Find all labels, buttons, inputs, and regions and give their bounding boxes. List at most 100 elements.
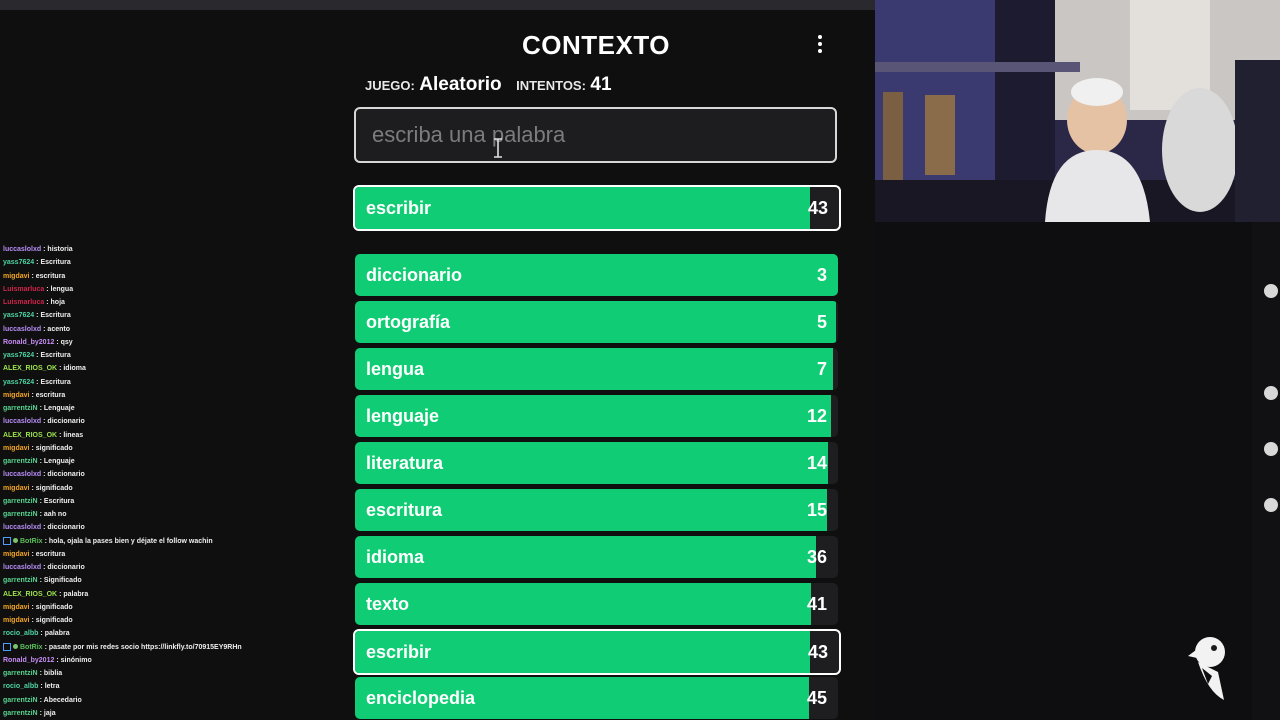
- chat-username[interactable]: yass7624: [3, 312, 34, 319]
- chat-message: ALEX_RIOS_OK: lineas: [3, 429, 303, 442]
- guess-row[interactable]: escritura 15: [355, 489, 838, 531]
- kebab-menu-icon[interactable]: [810, 32, 830, 58]
- chat-text: sinónimo: [60, 656, 92, 664]
- bot-badge-icon: [3, 536, 11, 545]
- tries-value: 41: [590, 74, 612, 95]
- chat-username[interactable]: yass7624: [3, 352, 34, 359]
- guess-row[interactable]: escribir 43: [353, 629, 841, 675]
- guess-rank: 12: [806, 406, 827, 426]
- bird-logo-icon: [1188, 637, 1225, 700]
- chat-username[interactable]: luccaslolxd: [3, 418, 41, 425]
- chat-username[interactable]: garrentziN: [3, 710, 38, 717]
- chat-username[interactable]: luccaslolxd: [3, 326, 41, 333]
- guess-rank: 36: [806, 547, 827, 567]
- chat-message: Luismarluca: lengua: [3, 283, 303, 296]
- chat-text: lengua: [50, 285, 74, 293]
- chat-message: BotRix: hola, ojala la pases bien y déja…: [3, 535, 303, 548]
- chat-message: garrentziN: Lenguaje: [3, 455, 303, 468]
- text-cursor-icon: [494, 138, 502, 158]
- guess-row[interactable]: enciclopedia 45: [355, 677, 838, 719]
- chat-message: garrentziN: aah no: [3, 508, 303, 521]
- chat-username[interactable]: Ronald_by2012: [3, 339, 54, 346]
- guess-bar: [355, 536, 817, 578]
- guess-rank: 43: [807, 642, 828, 662]
- chat-message: Ronald_by2012: sinónimo: [3, 654, 303, 667]
- guess-row[interactable]: lenguaje 12: [355, 395, 838, 437]
- verified-dot-icon: [13, 538, 18, 544]
- chat-username[interactable]: migdavi: [3, 551, 29, 558]
- chat-text: idioma: [63, 365, 86, 373]
- chat-username[interactable]: luccaslolxd: [3, 524, 41, 531]
- side-avatar[interactable]: [1264, 442, 1278, 456]
- chat-username[interactable]: migdavi: [3, 445, 29, 452]
- chat-username[interactable]: Ronald_by2012: [3, 657, 54, 664]
- chat-username[interactable]: migdavi: [3, 617, 29, 624]
- page-title: CONTEXTO: [522, 30, 670, 60]
- chat-username[interactable]: BotRix: [20, 644, 43, 651]
- guess-bar: [355, 348, 834, 390]
- chat-username[interactable]: garrentziN: [3, 697, 38, 704]
- chat-username[interactable]: ALEX_RIOS_OK: [3, 432, 57, 439]
- word-input[interactable]: [354, 107, 837, 163]
- chat-text: historia: [47, 246, 73, 253]
- guess-row[interactable]: lengua 7: [355, 348, 838, 390]
- chat-message: migdavi: escritura: [3, 389, 303, 402]
- side-avatar[interactable]: [1264, 284, 1278, 298]
- chat-message: garrentziN: biblia: [3, 667, 303, 680]
- chat-username[interactable]: BotRix: [20, 538, 43, 545]
- latest-guess-row[interactable]: escribir 43: [353, 185, 841, 231]
- chat-text: diccionario: [47, 564, 85, 571]
- chat-username[interactable]: luccaslolxd: [3, 564, 41, 571]
- chat-text: escritura: [35, 272, 66, 280]
- verified-dot-icon: [13, 644, 18, 650]
- chat-username[interactable]: migdavi: [3, 485, 29, 492]
- guess-word: escribir: [366, 642, 432, 662]
- guess-row[interactable]: diccionario 3: [355, 254, 838, 296]
- chat-username[interactable]: migdavi: [3, 604, 29, 611]
- chat-message: luccaslolxd: diccionario: [3, 521, 303, 534]
- chat-username[interactable]: yass7624: [3, 259, 34, 266]
- chat-username[interactable]: rocio_albb: [3, 683, 38, 690]
- chat-text: qsy: [60, 338, 73, 346]
- chat-username[interactable]: ALEX_RIOS_OK: [3, 591, 57, 598]
- guess-word: literatura: [366, 453, 444, 473]
- chat-username[interactable]: luccaslolxd: [3, 246, 41, 253]
- side-avatar[interactable]: [1264, 386, 1278, 400]
- chat-username[interactable]: garrentziN: [3, 511, 38, 518]
- chat-username[interactable]: garrentziN: [3, 458, 38, 465]
- guess-rank: 41: [806, 594, 827, 614]
- chat-text: diccionario: [47, 418, 85, 426]
- chat-username[interactable]: garrentziN: [3, 577, 38, 584]
- chat-username[interactable]: garrentziN: [3, 670, 38, 677]
- chat-message: migdavi: significado: [3, 601, 303, 614]
- chat-username[interactable]: migdavi: [3, 273, 29, 280]
- chat-username[interactable]: luccaslolxd: [3, 471, 41, 478]
- chat-username[interactable]: rocio_albb: [3, 630, 38, 637]
- guess-row[interactable]: idioma 36: [355, 536, 838, 578]
- chat-text: acento: [47, 325, 70, 333]
- chat-text: Escritura: [40, 378, 71, 386]
- chat-message: ALEX_RIOS_OK: palabra: [3, 588, 303, 601]
- guess-row[interactable]: ortografía 5: [355, 301, 838, 343]
- chat-message: yass7624: Escritura: [3, 256, 303, 269]
- chat-text: palabra: [63, 590, 89, 598]
- chat-username[interactable]: garrentziN: [3, 498, 38, 505]
- chat-message: luccaslolxd: diccionario: [3, 468, 303, 481]
- chat-message: BotRix: pasate por mis redes socio https…: [3, 641, 303, 654]
- chat-username[interactable]: Luismarluca: [3, 299, 44, 306]
- chat-text: escritura: [35, 550, 66, 558]
- guess-row[interactable]: literatura 14: [355, 442, 838, 484]
- chat-username[interactable]: garrentziN: [3, 405, 38, 412]
- chat-username[interactable]: ALEX_RIOS_OK: [3, 365, 57, 372]
- chat-text: significado: [35, 603, 73, 611]
- guess-word: diccionario: [366, 265, 463, 285]
- chat-text: hoja: [50, 299, 65, 306]
- side-avatar[interactable]: [1264, 498, 1278, 512]
- guess-word: enciclopedia: [366, 688, 476, 708]
- top-bar: [0, 0, 875, 10]
- chat-username[interactable]: Luismarluca: [3, 286, 44, 293]
- chat-username[interactable]: yass7624: [3, 379, 34, 386]
- chat-username[interactable]: migdavi: [3, 392, 29, 399]
- chat-text: Lenguaje: [43, 405, 75, 412]
- guess-row[interactable]: texto 41: [355, 583, 838, 625]
